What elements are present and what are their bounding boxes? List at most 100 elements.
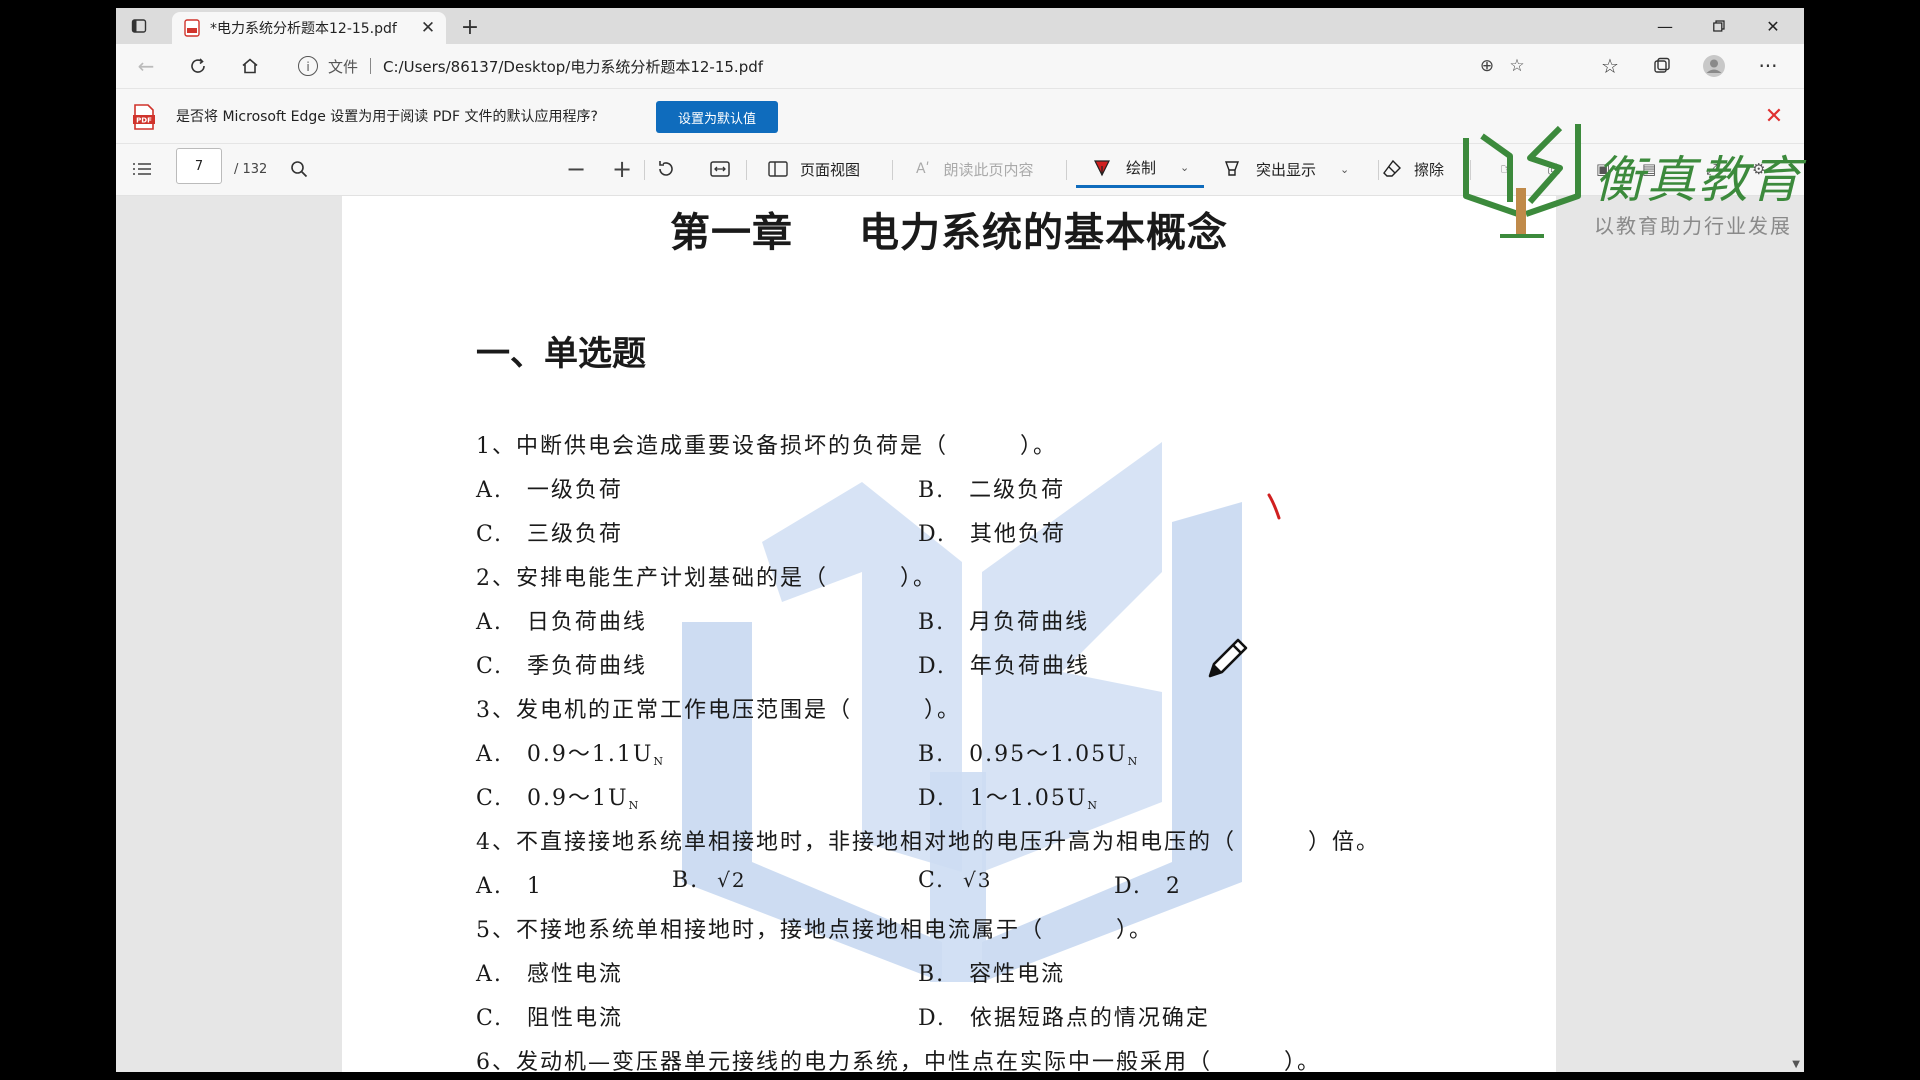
question-6: 6、发动机—变压器单元接线的电力系统，中性点在实际中一般采用（ ）。: [476, 1050, 1321, 1072]
toolbar-separator: [892, 160, 893, 180]
q1-option-a: A. 一级负荷: [476, 478, 623, 503]
read-aloud-icon: Aʹ: [916, 161, 930, 177]
question-4: 4、不直接接地系统单相接地时，非接地相对地的电压升高为相电压的（ ）倍。: [476, 830, 1380, 855]
q2-option-a: A. 日负荷曲线: [476, 610, 647, 635]
add-favorite-icon[interactable]: ☆: [1506, 55, 1528, 77]
pdf-viewer[interactable]: 第一章 电力系统的基本概念 一、单选题 1、中断供电会造成重要设备损坏的负荷是（ …: [116, 196, 1804, 1072]
restore-icon[interactable]: [1692, 8, 1746, 44]
minimize-icon[interactable]: —: [1638, 8, 1692, 44]
book-tree-logo-icon: [1463, 124, 1581, 238]
brand-name: 衡真教育: [1594, 151, 1802, 209]
navigation-bar: ← i 文件 C:/Users/86137/Desktop/电力系统分析题本12…: [116, 44, 1804, 88]
collections-icon[interactable]: [1646, 50, 1678, 82]
toolbar-separator: [1066, 160, 1067, 180]
q2-option-c: C. 季负荷曲线: [476, 654, 648, 679]
q3-option-c-text: C. 0.9～1U: [476, 786, 629, 811]
eraser-icon: [1383, 159, 1401, 177]
pdf-page: 第一章 电力系统的基本概念 一、单选题 1、中断供电会造成重要设备损坏的负荷是（ …: [342, 196, 1556, 1072]
back-arrow-icon[interactable]: ←: [130, 50, 162, 82]
refresh-icon[interactable]: [182, 50, 214, 82]
read-aloud-label: 朗读此页内容: [943, 160, 1034, 179]
highlighter-icon: [1224, 161, 1240, 176]
q1-option-c: C. 三级负荷: [476, 522, 624, 547]
brand-slogan: 以教育助力行业发展: [1594, 214, 1792, 238]
tab-actions-icon[interactable]: [126, 14, 152, 38]
erase-button[interactable]: 擦除: [1382, 154, 1444, 184]
info-icon[interactable]: i: [298, 56, 318, 76]
section-title: 一、单选题: [476, 334, 646, 374]
pen-cursor-icon: [1208, 638, 1248, 678]
subscript-n: N: [1127, 755, 1138, 768]
q4-option-b-letter: B.: [672, 868, 700, 893]
tab-close-icon[interactable]: ✕: [416, 16, 440, 40]
profile-avatar[interactable]: [1698, 50, 1730, 82]
fit-page-icon[interactable]: [710, 154, 730, 184]
subscript-n: N: [653, 755, 664, 768]
highlight-chevron-down-icon[interactable]: ⌄: [1340, 163, 1349, 176]
page-view-icon: [768, 161, 788, 177]
set-default-button[interactable]: 设置为默认值: [656, 101, 778, 133]
question-3: 3、发电机的正常工作电压范围是（ ）。: [476, 698, 961, 723]
q5-option-d: D. 依据短路点的情况确定: [918, 1006, 1210, 1031]
favorites-icon[interactable]: ☆: [1594, 50, 1626, 82]
question-2: 2、安排电能生产计划基础的是（ ）。: [476, 566, 937, 591]
active-tab[interactable]: *电力系统分析题本12-15.pdf ✕: [172, 12, 446, 44]
q5-option-a: A. 感性电流: [476, 962, 623, 987]
erase-label: 擦除: [1414, 160, 1445, 179]
zoom-in-icon[interactable]: +: [612, 154, 632, 184]
q5-option-b: B. 容性电流: [918, 962, 1066, 987]
chapter-heading: 第一章 电力系统的基本概念: [342, 200, 1556, 258]
new-tab-icon[interactable]: +: [456, 14, 484, 40]
rotate-icon[interactable]: [656, 154, 676, 184]
home-icon[interactable]: [234, 50, 266, 82]
subscript-n: N: [1087, 799, 1097, 812]
address-bar[interactable]: i 文件 C:/Users/86137/Desktop/电力系统分析题本12-1…: [286, 49, 1534, 83]
q4-option-b: B. √2: [672, 868, 747, 893]
q3-option-a-text: A. 0.9～1.1U: [476, 742, 654, 767]
q1-option-b: B. 二级负荷: [918, 478, 1066, 503]
address-url[interactable]: C:/Users/86137/Desktop/电力系统分析题本12-15.pdf: [383, 56, 763, 77]
scroll-down-icon[interactable]: ▼: [1792, 1059, 1800, 1070]
q4-option-a: A. 1: [476, 874, 543, 899]
find-search-icon[interactable]: [290, 154, 308, 184]
q4-option-c-letter: C.: [918, 868, 946, 893]
pdf-badge-icon: PDF: [133, 104, 155, 130]
draw-button[interactable]: 绘制 ⌄: [1076, 150, 1204, 188]
pdf-file-icon: [184, 19, 200, 37]
q1-option-d: D. 其他负荷: [918, 522, 1066, 547]
q3-option-d: D. 1～1.05UN: [918, 780, 1097, 812]
tab-strip: *电力系统分析题本12-15.pdf ✕ + — ✕: [116, 8, 1804, 44]
page-number-input[interactable]: 7: [176, 148, 222, 184]
zoom-icon[interactable]: ⊕: [1476, 55, 1498, 77]
read-aloud-button[interactable]: Aʹ 朗读此页内容: [916, 154, 1034, 184]
q3-option-b: B. 0.95～1.05UN: [918, 736, 1137, 768]
q5-option-c: C. 阻性电流: [476, 1006, 624, 1031]
q3-option-b-text: B. 0.95～1.05U: [918, 742, 1128, 767]
tab-title: *电力系统分析题本12-15.pdf: [210, 21, 397, 37]
q4-option-b-value: √2: [717, 868, 747, 892]
subscript-n: N: [628, 799, 639, 812]
question-5: 5、不接地系统单相接地时，接地点接地相电流属于（ ）。: [476, 918, 1153, 943]
q2-option-d: D. 年负荷曲线: [918, 654, 1090, 679]
q4-option-d: D. 2: [1114, 874, 1182, 899]
q2-option-b: B. 月负荷曲线: [918, 610, 1090, 635]
more-menu-icon[interactable]: ···: [1752, 50, 1784, 82]
address-separator: [370, 58, 372, 74]
q4-option-c-value: √3: [963, 868, 993, 892]
chapter-number: 第一章: [670, 209, 793, 256]
page-view-button[interactable]: 页面视图: [768, 154, 860, 184]
toolbar-separator: [1378, 160, 1379, 180]
page-view-label: 页面视图: [800, 160, 861, 179]
draw-label: 绘制: [1126, 159, 1157, 177]
chapter-title: 电力系统的基本概念: [859, 209, 1228, 256]
zoom-out-icon[interactable]: −: [566, 154, 586, 184]
draw-chevron-down-icon[interactable]: ⌄: [1180, 161, 1189, 174]
infobar-message: 是否将 Microsoft Edge 设置为用于阅读 PDF 文件的默认应用程序…: [176, 109, 598, 125]
toolbar-separator: [644, 160, 645, 180]
highlight-button[interactable]: 突出显示 ⌄: [1222, 154, 1349, 184]
contents-list-icon[interactable]: [132, 154, 152, 184]
q3-option-d-text: D. 1～1.05U: [918, 786, 1088, 811]
red-ink-stroke: [1267, 493, 1281, 520]
brand-logo: 衡真教育 以教育助力行业发展: [1460, 118, 1804, 248]
window-close-icon[interactable]: ✕: [1746, 8, 1800, 44]
